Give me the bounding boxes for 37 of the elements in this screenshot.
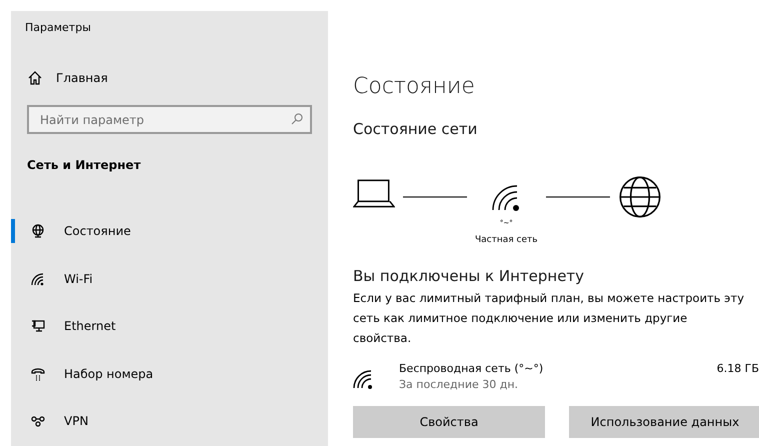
search-field[interactable]: Найти параметр: [27, 105, 312, 134]
wifi-icon: [31, 272, 45, 286]
page-title: Состояние: [353, 74, 476, 100]
globe-icon: [618, 175, 662, 219]
connector-line: [403, 196, 467, 198]
phone-icon: [31, 366, 45, 380]
section-heading: Сеть и Интернет: [27, 158, 142, 172]
home-icon: [28, 71, 42, 85]
action-button[interactable]: Использование данных: [569, 406, 759, 438]
data-usage: 6.18 ГБ: [716, 362, 759, 375]
network-type: Частная сеть: [475, 235, 538, 245]
globe-icon: [31, 224, 45, 238]
monitor-icon: [31, 319, 45, 333]
nav-item[interactable]: Набор номера: [11, 362, 328, 386]
nav-label: Ethernet: [64, 319, 116, 333]
action-button[interactable]: Свойства: [353, 406, 545, 438]
laptop-icon: [353, 178, 395, 210]
nav-label: VPN: [64, 414, 88, 428]
description-text: Если у вас лимитный тарифный план, вы можете настроить эту сеть как лимитное подключение или изменить другие свойства.: [353, 290, 745, 347]
window-title: Параметры: [25, 21, 92, 35]
nav-item[interactable]: Состояние: [11, 219, 328, 243]
home-label: Главная: [56, 71, 108, 85]
nav-label: Набор номера: [64, 366, 154, 380]
section-title: Состояние сети: [353, 120, 478, 138]
nav-item[interactable]: VPN: [11, 409, 328, 433]
nav-item[interactable]: Wi-Fi: [11, 266, 328, 290]
wifi-icon: [353, 369, 373, 389]
connection-name: Беспроводная сеть (°~°): [399, 362, 544, 375]
search-icon: [291, 113, 303, 125]
connection-status: Вы подключены к Интернету: [353, 267, 586, 285]
nav-label: Состояние: [64, 224, 131, 238]
home-link[interactable]: Главная: [28, 71, 328, 85]
nav-label: Wi-Fi: [64, 272, 93, 286]
usage-period: За последние 30 дн.: [399, 378, 520, 391]
nav-item[interactable]: Ethernet: [11, 314, 328, 338]
vpn-icon: [31, 414, 45, 428]
connector-line: [546, 196, 610, 198]
